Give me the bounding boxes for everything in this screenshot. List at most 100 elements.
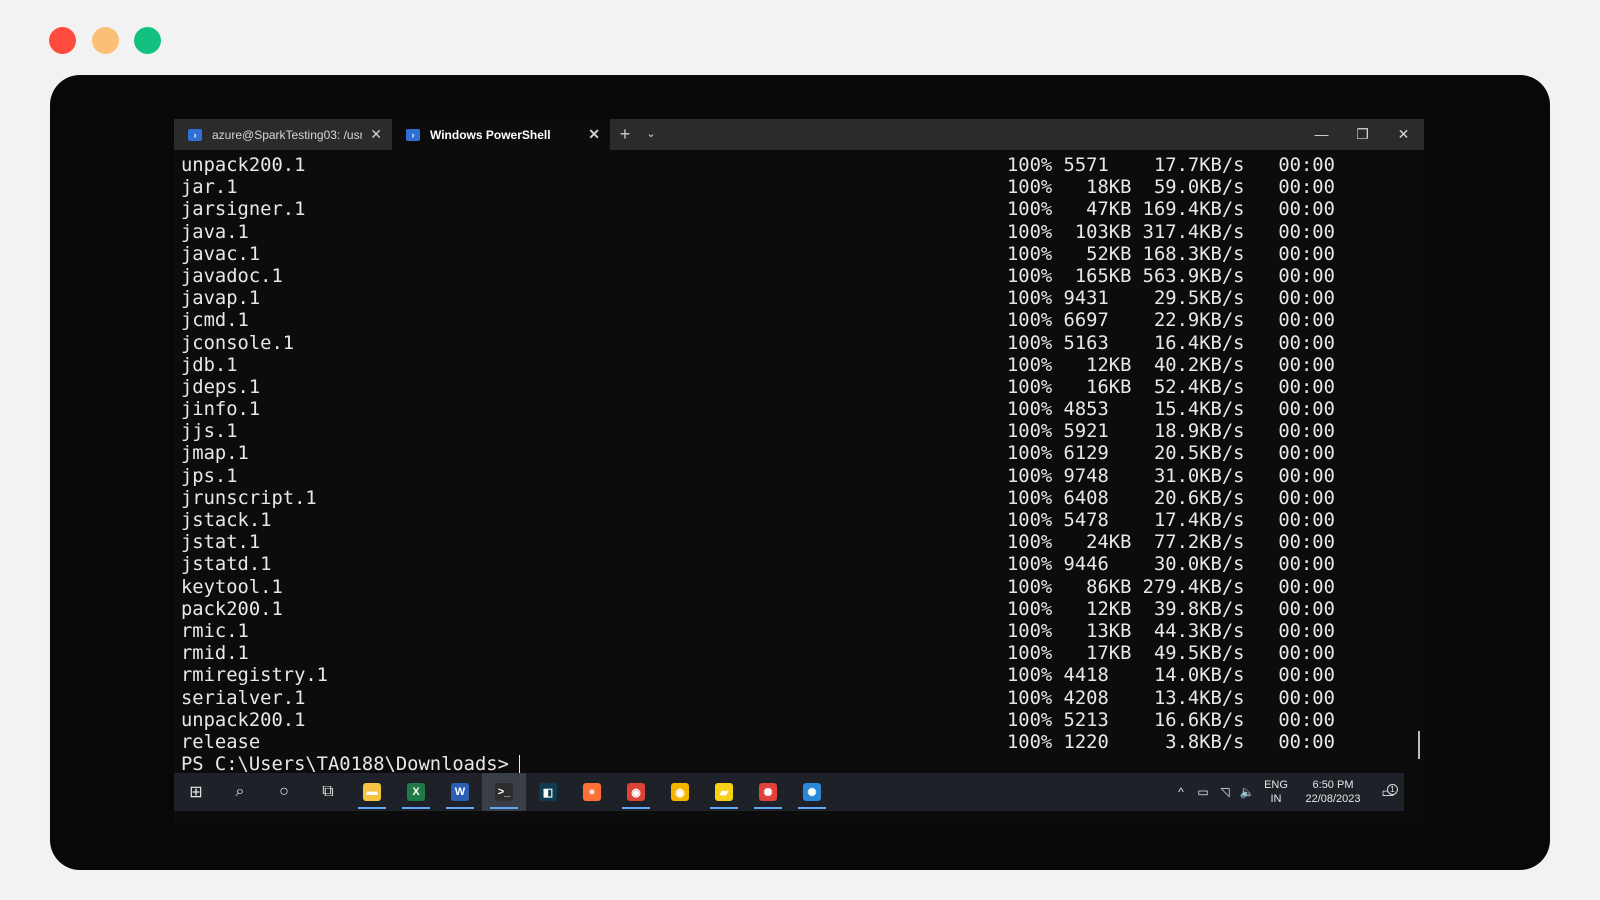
chrome-app[interactable]: ◉ [658,773,702,811]
search-button[interactable]: ⌕ [218,773,262,811]
file-name: javac.1 [181,243,261,265]
file-name: jjs.1 [181,421,238,443]
notification-icon[interactable]: ▭ 1 [1372,783,1404,801]
transfer-stats: 100% 9748 31.0KB/s 00:00 [1007,465,1335,487]
terminal-line: jdb.1 100% 12KB 40.2KB/s 00:00 [181,355,1371,377]
file-name: jarsigner.1 [181,199,306,221]
terminal-line: jcmd.1 100% 6697 22.9KB/s 00:00 [181,310,1371,332]
prompt-text: PS C:\Users\TA0188\Downloads> [181,754,509,776]
start-button[interactable]: ⊞ [174,773,218,811]
terminal-line: jar.1 100% 18KB 59.0KB/s 00:00 [181,177,1371,199]
file-name: unpack200.1 [181,155,306,176]
remote-desktop-app[interactable]: ◧ [526,773,570,811]
file-explorer-app[interactable]: ▬ [350,773,394,811]
terminal-line: jstat.1 100% 24KB 77.2KB/s 00:00 [181,532,1371,554]
task-view-button[interactable]: ⧉ [306,773,350,811]
transfer-stats: 100% 5163 16.4KB/s 00:00 [1007,332,1335,354]
chevron-down-icon[interactable]: ⌄ [640,119,662,150]
running-indicator [754,807,782,809]
chevron-up-icon[interactable]: ^ [1170,785,1192,799]
close-dot[interactable] [49,27,76,54]
terminal-line: javac.1 100% 52KB 168.3KB/s 00:00 [181,244,1371,266]
start-icon: ⊞ [189,784,203,801]
search-icon: ⌕ [235,783,245,800]
terminal-window: › azure@SparkTesting03: /usr/loc ✕ › Win… [174,119,1424,823]
firefox-app[interactable]: ● [570,773,614,811]
word-icon: W [451,783,469,801]
text-cursor [518,754,520,775]
file-name: jstack.1 [181,510,272,531]
file-name: jinfo.1 [181,399,261,421]
file-name: rmic.1 [181,620,249,642]
powershell-icon: › [406,128,420,141]
sticky-notes-app[interactable]: ▰ [702,773,746,811]
close-icon[interactable]: ✕ [588,126,600,143]
terminal-line: rmic.1 100% 13KB 44.3KB/s 00:00 [181,621,1371,643]
transfer-stats: 100% 16KB 52.4KB/s 00:00 [1007,376,1335,398]
close-icon[interactable]: ✕ [370,126,382,143]
cortana-icon: ○ [279,783,289,800]
file-name: jrunscript.1 [181,487,317,509]
terminal-app[interactable]: >_ [482,773,526,811]
terminal-output[interactable]: unpack200.1 100% 5571 17.7KB/s 00:00 jar.1… [181,155,1371,775]
transfer-stats: 100% 12KB 39.8KB/s 00:00 [1007,598,1335,620]
terminal-line: jstatd.1 100% 9446 30.0KB/s 00:00 [181,554,1371,576]
transfer-stats: 100% 5478 17.4KB/s 00:00 [1007,510,1335,531]
terminal-line: unpack200.1 100% 5213 16.6KB/s 00:00 [181,710,1371,732]
language-primary: ENG [1264,779,1288,791]
running-indicator [446,807,474,809]
transfer-stats: 100% 4853 15.4KB/s 00:00 [1007,399,1335,421]
new-tab-button[interactable]: + [610,119,640,150]
notification-count: 1 [1387,783,1398,795]
taskbar: ⊞ ⌕ ○ ⧉ ▬ X W >_ ◧ ● ◉ ◉ ▰ ✺ ✺ ^ ▭ ◹ 🔈 ENG IN 6:50 PM … [174,773,1404,811]
file-name: jdeps.1 [181,376,261,398]
excel-app[interactable]: X [394,773,438,811]
scrollbar[interactable] [1418,731,1420,759]
transfer-stats: 100% 4208 13.4KB/s 00:00 [1007,687,1335,709]
maximize-button[interactable]: ❐ [1342,119,1383,150]
terminal-line: jinfo.1 100% 4853 15.4KB/s 00:00 [181,399,1371,421]
transfer-stats: 100% 13KB 44.3KB/s 00:00 [1007,620,1335,642]
red-dots-app[interactable]: ✺ [746,773,790,811]
file-name: jar.1 [181,177,238,199]
battery-icon[interactable]: ▭ [1192,785,1214,799]
screen-frame: › azure@SparkTesting03: /usr/loc ✕ › Win… [50,75,1550,870]
cortana-button[interactable]: ○ [262,773,306,811]
firefox-icon: ● [583,783,601,801]
transfer-stats: 100% 5213 16.6KB/s 00:00 [1007,709,1335,731]
file-name: jconsole.1 [181,332,295,354]
word-app[interactable]: W [438,773,482,811]
transfer-stats: 100% 18KB 59.0KB/s 00:00 [1007,177,1335,199]
tab-ssh[interactable]: › azure@SparkTesting03: /usr/loc ✕ [174,119,392,150]
running-indicator [402,807,430,809]
minimize-dot[interactable] [92,27,119,54]
transfer-stats: 100% 1220 3.8KB/s 00:00 [1007,731,1335,753]
transfer-stats: 100% 24KB 77.2KB/s 00:00 [1007,532,1335,554]
file-name: rmiregistry.1 [181,665,328,687]
file-name: jstat.1 [181,532,261,554]
terminal-line: rmid.1 100% 17KB 49.5KB/s 00:00 [181,643,1371,665]
clock[interactable]: 6:50 PM 22/08/2023 [1294,778,1372,806]
volume-icon[interactable]: 🔈 [1236,785,1258,799]
terminal-line: jrunscript.1 100% 6408 20.6KB/s 00:00 [181,488,1371,510]
tab-label: azure@SparkTesting03: /usr/loc [212,127,363,142]
tab-label: Windows PowerShell [430,127,551,142]
file-name: javap.1 [181,288,261,310]
terminal-line: rmiregistry.1 100% 4418 14.0KB/s 00:00 [181,665,1371,687]
running-indicator [622,807,650,809]
transfer-stats: 100% 6408 20.6KB/s 00:00 [1007,487,1335,509]
blue-dots-app[interactable]: ✺ [790,773,834,811]
chrome-profile-icon: ◉ [627,783,645,801]
network-icon[interactable]: ◹ [1214,785,1236,799]
transfer-stats: 100% 9431 29.5KB/s 00:00 [1007,288,1335,310]
close-button[interactable]: ✕ [1383,119,1424,150]
tab-powershell[interactable]: › Windows PowerShell ✕ [392,119,610,150]
file-name: jdb.1 [181,354,238,376]
minimize-button[interactable]: — [1301,119,1342,150]
transfer-stats: 100% 86KB 279.4KB/s 00:00 [1007,576,1335,598]
chrome-profile-app[interactable]: ◉ [614,773,658,811]
maximize-dot[interactable] [134,27,161,54]
language-secondary: IN [1270,793,1282,805]
language-indicator[interactable]: ENG IN [1258,778,1294,806]
file-name: jstatd.1 [181,554,272,576]
